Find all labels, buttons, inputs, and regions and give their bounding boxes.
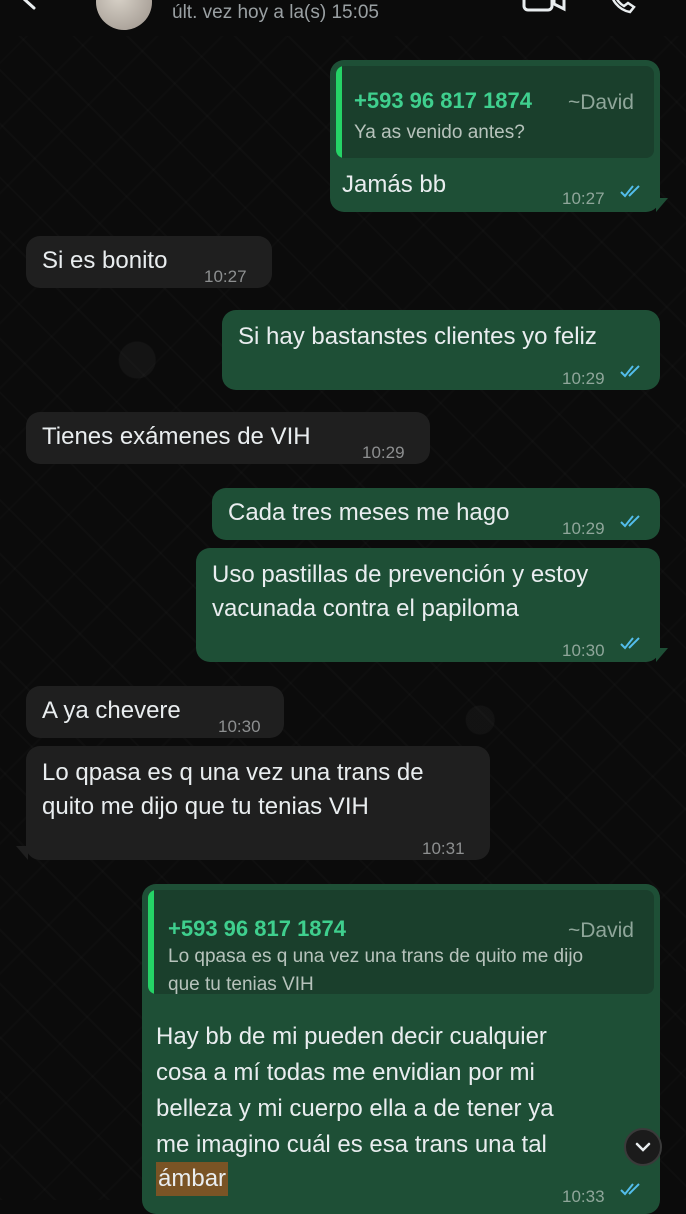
message-text-line: belleza y mi cuerpo ella a de tener ya xyxy=(156,1095,554,1122)
message-time: 10:27 xyxy=(204,267,247,286)
message-text: Tienes exámenes de VIH xyxy=(42,423,311,450)
message-bubble-outgoing[interactable]: Si hay bastanstes clientes yo feliz 10:2… xyxy=(222,310,660,390)
quoted-text: Ya as venido antes? xyxy=(354,122,525,143)
message-time: 10:30 xyxy=(218,717,261,736)
message-time: 10:29 xyxy=(362,443,405,462)
message-time: 10:27 xyxy=(562,189,605,208)
message-text-line: me imagino cuál es esa trans una tal xyxy=(156,1131,547,1158)
quoted-sender-number: +593 96 817 1874 xyxy=(168,916,347,941)
chat-header: últ. vez hoy a la(s) 15:05 xyxy=(0,0,686,36)
phone-icon[interactable] xyxy=(608,0,638,14)
message-time: 10:30 xyxy=(562,641,605,660)
message-time: 10:29 xyxy=(562,369,605,388)
avatar[interactable] xyxy=(96,0,152,30)
message-text-line: Lo qpasa es q una vez una trans de xyxy=(42,759,424,786)
quoted-text-line: Lo qpasa es q una vez una trans de quito… xyxy=(168,946,584,967)
scroll-to-bottom-button[interactable] xyxy=(624,1128,662,1166)
message-bubble-incoming[interactable]: Tienes exámenes de VIH 10:29 xyxy=(26,412,430,464)
message-text-line: quito me dijo que tu tenias VIH xyxy=(42,793,369,820)
message-bubble-outgoing[interactable]: Uso pastillas de prevención y estoy vacu… xyxy=(196,548,660,662)
message-time: 10:29 xyxy=(562,519,605,538)
double-check-icon xyxy=(620,515,640,528)
quote-accent-bar xyxy=(148,890,154,994)
message-bubble-outgoing[interactable]: Cada tres meses me hago 10:29 xyxy=(212,488,660,540)
bubble-tail xyxy=(656,198,668,212)
message-text: Jamás bb xyxy=(342,171,447,198)
back-arrow-icon[interactable] xyxy=(18,0,40,10)
message-text: Si hay bastanstes clientes yo feliz xyxy=(238,323,597,350)
message-text: Si es bonito xyxy=(42,247,168,274)
double-check-icon xyxy=(620,637,640,650)
message-text-line: Hay bb de mi pueden decir cualquier xyxy=(156,1023,547,1050)
highlighted-word[interactable]: ámbar xyxy=(156,1162,229,1196)
message-text-line: cosa a mí todas me envidian por mi xyxy=(156,1059,535,1086)
message-time: 10:33 xyxy=(562,1187,605,1206)
double-check-icon xyxy=(620,1183,640,1196)
quoted-text-line: que tu tenias VIH xyxy=(168,974,314,994)
message-text: Cada tres meses me hago xyxy=(228,499,510,526)
message-text-line: vacunada contra el papiloma xyxy=(212,595,519,622)
message-bubble-incoming[interactable]: A ya chevere 10:30 xyxy=(26,686,284,738)
quote-accent-bar xyxy=(336,66,342,158)
message-bubble-outgoing[interactable]: +593 96 817 1874 ~David Lo qpasa es q un… xyxy=(142,884,660,1214)
message-bubble-incoming[interactable]: Si es bonito 10:27 xyxy=(26,236,272,288)
last-seen-status: últ. vez hoy a la(s) 15:05 xyxy=(172,2,379,23)
bubble-tail xyxy=(16,846,28,860)
quoted-sender-name: ~David xyxy=(568,91,634,114)
message-text: A ya chevere xyxy=(42,697,181,724)
quoted-message[interactable]: +593 96 817 1874 ~David Ya as venido ant… xyxy=(336,66,654,158)
quoted-sender-number: +593 96 817 1874 xyxy=(354,88,533,113)
quoted-message[interactable]: +593 96 817 1874 ~David Lo qpasa es q un… xyxy=(148,890,654,994)
video-call-icon[interactable] xyxy=(522,0,566,14)
double-check-icon xyxy=(620,185,640,198)
message-bubble-incoming[interactable]: Lo qpasa es q una vez una trans de quito… xyxy=(26,746,490,860)
message-text-line: Uso pastillas de prevención y estoy xyxy=(212,561,589,588)
double-check-icon xyxy=(620,365,640,378)
bubble-tail xyxy=(656,648,668,662)
chevron-down-icon xyxy=(635,1142,651,1152)
message-bubble-outgoing[interactable]: +593 96 817 1874 ~David Ya as venido ant… xyxy=(330,60,660,212)
message-time: 10:31 xyxy=(422,839,465,858)
